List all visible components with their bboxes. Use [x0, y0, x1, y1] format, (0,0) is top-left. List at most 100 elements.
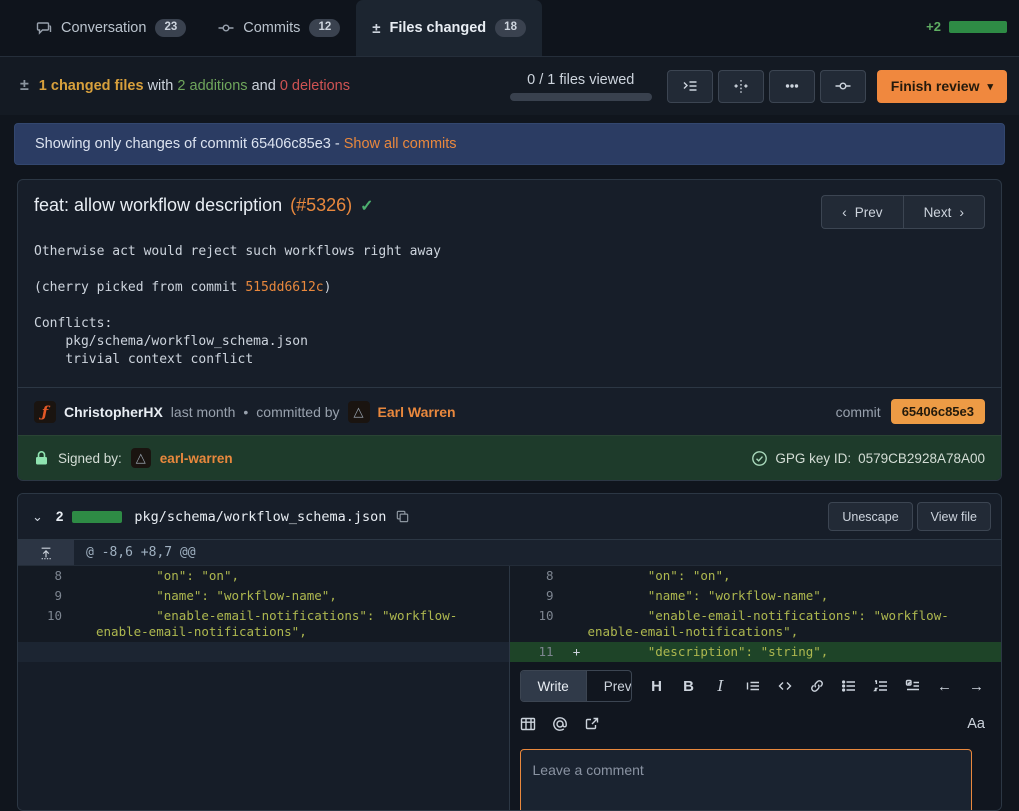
lock-icon [34, 450, 49, 466]
commit-title-text: feat: allow workflow description [34, 195, 282, 216]
commit-title: feat: allow workflow description (#5326)… [34, 195, 374, 216]
redo-icon[interactable]: → [968, 678, 985, 695]
diffstat-bar [949, 21, 1007, 33]
avatar-glyph: ƒ [42, 403, 48, 421]
expand-up-icon [39, 546, 53, 560]
line-number[interactable]: 11 [510, 642, 566, 662]
diff-row: 9 "name": "workflow-name", 9 "name": "wo… [18, 586, 1001, 606]
line-op [566, 586, 588, 606]
line-number[interactable]: 9 [18, 586, 74, 606]
tab-label: Conversation [61, 20, 146, 36]
tab-commits[interactable]: Commits 12 [202, 0, 356, 56]
editor-toolbar: Write Preview H B I ← → [520, 670, 986, 702]
line-number[interactable]: 8 [510, 566, 566, 586]
plain-text-toggle[interactable]: Aa [967, 716, 985, 732]
code-line: "description": "string", [588, 642, 1002, 662]
link-icon[interactable] [808, 678, 825, 695]
next-commit-button[interactable]: Next › [903, 195, 985, 229]
quote-icon[interactable] [744, 678, 761, 695]
bold-icon[interactable]: B [680, 678, 697, 695]
code-line [96, 642, 509, 662]
status-check-icon[interactable]: ✓ [360, 196, 373, 216]
diff-view-toggle-button[interactable] [718, 70, 764, 103]
avatar[interactable]: ƒ [34, 401, 56, 423]
comment-textarea[interactable] [520, 749, 972, 811]
show-all-commits-link[interactable]: Show all commits [344, 136, 457, 152]
code-icon[interactable] [776, 678, 793, 695]
tab-files-changed[interactable]: ± Files changed 18 [356, 0, 542, 56]
gpg-key-label: GPG key ID: [775, 451, 851, 466]
line-op [566, 566, 588, 586]
diff-cell-filler [18, 642, 510, 662]
line-op [74, 642, 96, 662]
undo-icon[interactable]: ← [936, 678, 953, 695]
cherry-pick-hash-link[interactable]: 515dd6612c [245, 280, 323, 295]
changed-files-link[interactable]: 1 changed files [39, 78, 144, 94]
write-tab[interactable]: Write [521, 671, 586, 701]
verified-icon [751, 450, 768, 467]
heading-icon[interactable]: H [648, 678, 665, 695]
avatar[interactable]: △ [131, 448, 151, 468]
tab-count-badge: 18 [495, 19, 526, 37]
commit-message: Otherwise act would reject such workflow… [18, 235, 1001, 387]
file-name[interactable]: pkg/schema/workflow_schema.json [134, 509, 386, 525]
line-number[interactable]: 10 [510, 606, 566, 642]
code-line: "name": "workflow-name", [96, 586, 509, 606]
line-op [74, 566, 96, 586]
line-number[interactable]: 8 [18, 566, 74, 586]
tab-conversation[interactable]: Conversation 23 [20, 0, 202, 56]
expand-hunk-button[interactable] [18, 540, 74, 565]
files-viewed-label: 0 / 1 files viewed [527, 72, 634, 88]
code-line: "enable-email-notifications": "workflow-… [588, 606, 1002, 642]
prev-label: Prev [855, 205, 883, 220]
conflicts-label: Conflicts: [34, 316, 112, 331]
editor-mode-tabs: Write Preview [520, 670, 633, 702]
unescape-button[interactable]: Unescape [828, 502, 912, 531]
copy-path-icon[interactable] [395, 509, 410, 524]
code-line: "name": "workflow-name", [588, 586, 1002, 606]
hunk-header-text: @ -8,6 +8,7 @@ [74, 540, 208, 565]
ellipsis-icon [784, 78, 800, 94]
pr-tabs: Conversation 23 Commits 12 ± Files chang… [20, 0, 542, 56]
commit-sha-badge[interactable]: 65406c85e3 [891, 399, 985, 424]
task-list-icon[interactable] [904, 678, 921, 695]
diff-options-button[interactable] [769, 70, 815, 103]
line-number[interactable]: 10 [18, 606, 74, 642]
view-file-button[interactable]: View file [917, 502, 991, 531]
bullet-list-icon[interactable] [840, 678, 857, 695]
collapse-file-icon[interactable]: ⌄ [28, 509, 47, 525]
diffstat: +2 [926, 19, 1007, 34]
commit-icon [835, 78, 851, 94]
italic-icon[interactable]: I [712, 678, 729, 695]
code-line: "on": "on", [96, 566, 509, 586]
commit-message-line: (cherry picked from commit [34, 280, 245, 295]
finish-review-button[interactable]: Finish review ▾ [877, 70, 1007, 103]
split-diff-icon [733, 78, 749, 94]
line-op [74, 586, 96, 606]
commit-time: last month [171, 404, 236, 420]
numbered-list-icon[interactable] [872, 678, 889, 695]
table-icon[interactable] [520, 715, 537, 732]
line-number[interactable]: 9 [510, 586, 566, 606]
pr-tabbar: Conversation 23 Commits 12 ± Files chang… [0, 0, 1019, 57]
diff-row: 10 "enable-email-notifications": "workfl… [18, 606, 1001, 642]
signed-commit-row: Signed by: △ earl-warren GPG key ID: 057… [18, 435, 1001, 480]
signer-link[interactable]: earl-warren [160, 451, 233, 466]
pr-files-changed-page: Conversation 23 Commits 12 ± Files chang… [0, 0, 1019, 811]
pr-reference-link[interactable]: (#5326) [290, 195, 352, 216]
banner-text: Showing only changes of commit 65406c85e… [35, 136, 340, 152]
signed-by-label: Signed by: [58, 451, 122, 466]
avatar[interactable]: △ [348, 401, 370, 423]
author-link[interactable]: ChristopherHX [64, 404, 163, 420]
commit-select-button[interactable] [820, 70, 866, 103]
preview-tab[interactable]: Preview [586, 671, 632, 701]
committer-link[interactable]: Earl Warren [378, 404, 456, 420]
chevron-left-icon: ‹ [842, 204, 847, 220]
files-viewed-progress: 0 / 1 files viewed [510, 72, 652, 101]
reference-icon[interactable] [584, 715, 601, 732]
prev-commit-button[interactable]: ‹ Prev [821, 195, 902, 229]
file-tree-toggle-button[interactable] [667, 70, 713, 103]
mention-icon[interactable] [552, 715, 569, 732]
commit-header: feat: allow workflow description (#5326)… [18, 180, 1001, 235]
committed-by-label: committed by [256, 404, 339, 420]
